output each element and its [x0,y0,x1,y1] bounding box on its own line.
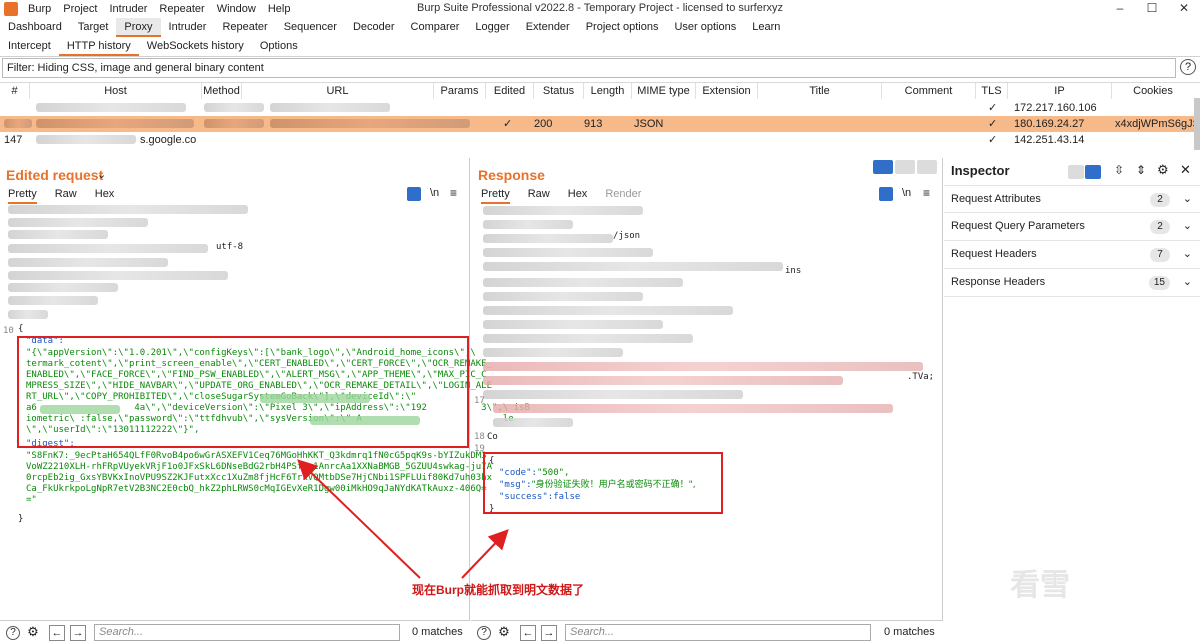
annotation-text: 现在Burp就能抓取到明文数据了 [412,583,584,597]
annotation-arrows [297,459,509,579]
watermark-logo: 看雪 [1010,569,1070,602]
arrow-to-response [461,529,509,579]
arrow-to-request [297,459,421,579]
